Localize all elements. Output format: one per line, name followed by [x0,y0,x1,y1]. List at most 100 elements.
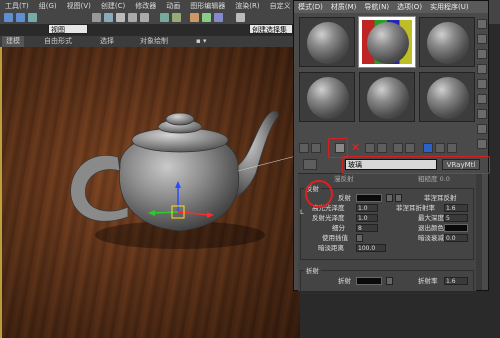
go-forward-icon[interactable] [447,143,457,153]
reflect-label: 反射 [338,194,351,202]
video-color-icon[interactable] [477,79,487,89]
parameters-scrollbar[interactable] [476,173,482,290]
selection-set-dropdown[interactable]: 创建选择集 [249,24,293,34]
menu-tools[interactable]: 工具(T) [0,1,34,11]
assign-button-highlight [328,138,348,158]
refract-color-swatch[interactable] [356,277,382,285]
tab-freeform[interactable]: 自由形式 [44,36,72,47]
menu-customize[interactable]: 自定义 [265,1,296,11]
sample-type-icon[interactable] [477,19,487,29]
fresnel-checkbox[interactable] [395,194,402,202]
menu-animation[interactable]: 动画 [161,1,185,11]
ribbon-options-icon[interactable]: ▪ ▾ [196,36,206,47]
sample-slots [299,16,477,122]
material-id-icon[interactable] [393,143,403,153]
sample-slot-active[interactable] [358,16,416,68]
sample-slot[interactable] [299,72,355,122]
medit-menu-modes[interactable]: 模式(D) [294,1,327,13]
show-end-result-icon[interactable] [423,143,433,153]
menu-modifiers[interactable]: 修改器 [130,1,161,11]
menu-rendering[interactable]: 渲染(R) [230,1,264,11]
medit-menu-utilities[interactable]: 实用程序(U) [426,1,473,13]
angle-snap-icon[interactable] [128,13,137,22]
teapot-scene [70,110,300,249]
fresnel-ior-field[interactable]: 1.6 [444,204,468,212]
redo-icon[interactable] [16,13,25,22]
select-by-material-icon[interactable] [477,124,487,134]
make-unique-icon[interactable] [365,143,375,153]
hilight-gloss-field[interactable]: 1.0 [356,204,378,212]
medit-menu-options[interactable]: 选项(O) [393,1,426,13]
dim-falloff-field[interactable]: 0.0 [444,234,468,242]
select-move-icon[interactable] [104,13,113,22]
material-editor-window: 模式(D) 材质(M) 导航(N) 选项(O) 实用程序(U) ✕ 玻璃 VRa… [293,0,489,294]
refract-map-button[interactable] [386,277,393,285]
make-preview-icon[interactable] [477,94,487,104]
medit-menu-navigation[interactable]: 导航(N) [360,1,393,13]
exit-color-label: 退出颜色 [418,224,444,232]
snap-icon[interactable] [116,13,125,22]
get-material-icon[interactable] [299,143,309,153]
reflect-color-swatch[interactable] [356,194,382,202]
main-menu-bar: 工具(T) 组(G) 视图(V) 创建(C) 修改器 动画 图形编辑器 渲染(R… [0,1,296,11]
link-icon[interactable] [28,13,37,22]
tab-object-paint[interactable]: 对象绘制 [140,36,168,47]
teapot-model[interactable] [70,110,279,249]
named-selection-icon[interactable] [236,13,245,22]
use-interp-checkbox[interactable] [356,234,363,242]
tab-selection[interactable]: 选择 [100,36,114,47]
refract-label: 折射 [338,277,351,285]
medit-menu-material[interactable]: 材质(M) [327,1,361,13]
exit-color-swatch[interactable] [444,224,468,232]
material-editor-menu: 模式(D) 材质(M) 导航(N) 选项(O) 实用程序(U) [294,1,488,13]
subdivs-label: 细分 [332,224,345,232]
l-lock-label: L [300,208,304,216]
schematic-icon[interactable] [214,13,223,22]
reflect-map-button[interactable] [386,194,393,202]
max-depth-label: 最大深度 [418,214,444,222]
sample-slot[interactable] [419,17,475,67]
refl-gloss-label: 反射光泽度 [312,214,345,222]
options-icon[interactable] [477,109,487,119]
sample-slot[interactable] [359,72,415,122]
diffuse-label: 漫反射 [334,175,354,183]
align-icon[interactable] [172,13,181,22]
viewport-active-border [0,47,2,338]
mirror-icon[interactable] [160,13,169,22]
pick-material-icon[interactable] [303,159,317,170]
refraction-section-title: 折射 [304,267,321,275]
reference-coord-select[interactable]: 视图 [48,24,88,34]
use-interp-label: 使用插值 [322,234,348,242]
dim-distance-field[interactable]: 100.0 [356,244,386,252]
sample-slot[interactable] [299,17,355,67]
max-depth-field[interactable]: 5 [444,214,468,222]
subdivs-field[interactable]: 8 [356,224,378,232]
perspective-viewport[interactable] [0,47,300,338]
pivot-icon[interactable] [92,13,101,22]
reset-map-icon[interactable]: ✕ [351,142,361,153]
layer-icon[interactable] [190,13,199,22]
main-toolbar: 视图 创建选择集 [0,12,300,34]
go-to-parent-icon[interactable] [435,143,445,153]
background-icon[interactable] [477,49,487,59]
menu-group[interactable]: 组(G) [34,1,62,11]
menu-create[interactable]: 创建(C) [96,1,130,11]
put-to-library-icon[interactable] [377,143,387,153]
sample-slot[interactable] [419,72,475,122]
material-navigator-icon[interactable] [477,139,487,149]
ior-field[interactable]: 1.6 [444,277,468,285]
uv-tiling-icon[interactable] [477,64,487,74]
tab-modeling[interactable]: 建模 [2,36,24,47]
put-to-scene-icon[interactable] [311,143,321,153]
backlight-icon[interactable] [477,34,487,44]
menu-views[interactable]: 视图(V) [62,1,96,11]
curve-editor-icon[interactable] [202,13,211,22]
reflection-section-highlight [305,180,333,208]
percent-snap-icon[interactable] [140,13,149,22]
menu-graph-editors[interactable]: 图形编辑器 [185,1,230,11]
teapot-knob [165,112,195,126]
refl-gloss-field[interactable]: 1.0 [356,214,378,222]
undo-icon[interactable] [4,13,13,22]
show-map-icon[interactable] [405,143,415,153]
ior-label: 折射率 [418,277,438,285]
